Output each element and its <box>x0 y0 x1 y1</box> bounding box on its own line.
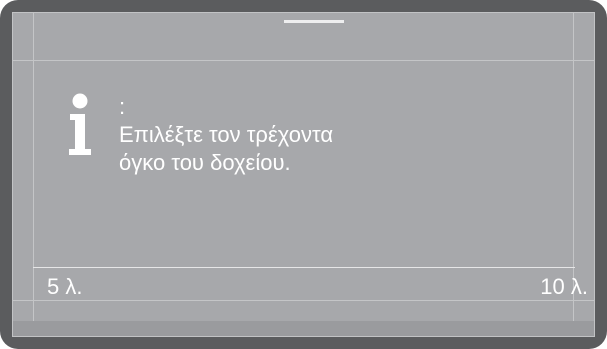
display-screen: : Επιλέξτε τον τρέχοντα όγκο του δοχείου… <box>12 12 595 337</box>
info-message-line-2: όγκο του δοχείου. <box>119 150 291 175</box>
info-message: : Επιλέξτε τον τρέχοντα όγκο του δοχείου… <box>119 93 333 177</box>
bottom-guide-line <box>13 300 594 301</box>
footer-band <box>13 321 594 336</box>
scale-max-label[interactable]: 10 λ. <box>540 273 588 301</box>
scale-separator <box>33 267 575 268</box>
info-message-line-1: Επιλέξτε τον τρέχοντα <box>119 122 334 147</box>
info-title: : <box>119 94 126 119</box>
device-bezel: : Επιλέξτε τον τρέχοντα όγκο του δοχείου… <box>0 0 607 349</box>
top-guide-line <box>13 60 594 61</box>
scroll-indicator <box>284 20 344 23</box>
info-icon <box>69 93 91 155</box>
scale-min-label[interactable]: 5 λ. <box>47 273 82 301</box>
left-guide-line <box>33 13 34 336</box>
